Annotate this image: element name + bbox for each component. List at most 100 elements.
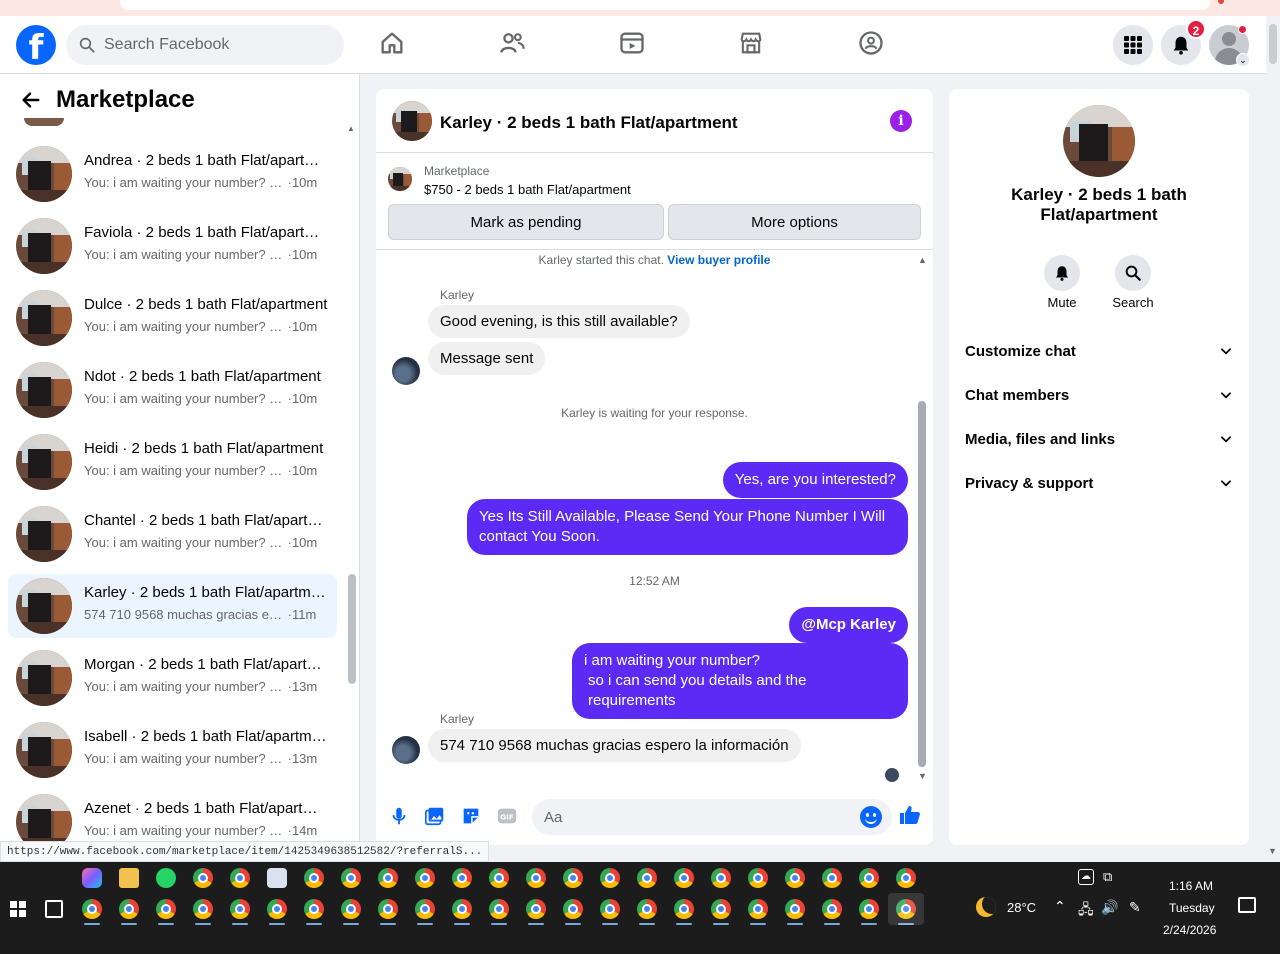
chrome-icon[interactable]: [600, 899, 620, 919]
conversation-avatar[interactable]: [16, 722, 72, 778]
chrome-icon[interactable]: [230, 899, 250, 919]
chrome-icon[interactable]: [341, 868, 361, 888]
chrome-icon[interactable]: [489, 868, 509, 888]
conversation-item[interactable]: Isabell · 2 beds 1 bath Flat/apartment Yo…: [8, 718, 337, 782]
conversation-avatar[interactable]: [16, 146, 72, 202]
chrome-icon[interactable]: [378, 899, 398, 919]
microphone-icon[interactable]: [388, 805, 410, 827]
search-in-chat-button[interactable]: [1115, 255, 1151, 291]
info-icon[interactable]: i: [890, 110, 912, 132]
whatsapp-icon[interactable]: [156, 868, 176, 888]
onedrive-icon[interactable]: ☁: [1078, 869, 1094, 885]
listing-thumbnail[interactable]: [388, 167, 412, 191]
chrome-icon[interactable]: [859, 899, 879, 919]
network-icon[interactable]: 🖧: [1078, 899, 1094, 923]
chrome-icon[interactable]: [267, 899, 287, 919]
meet-icon[interactable]: ⧉: [1103, 869, 1112, 885]
view-buyer-profile-link[interactable]: View buyer profile: [667, 253, 770, 267]
chrome-icon[interactable]: [674, 868, 694, 888]
chat-scrollbar[interactable]: [918, 401, 926, 767]
emoji-icon[interactable]: [860, 806, 882, 828]
sticker-icon[interactable]: [460, 805, 482, 827]
conversation-avatar[interactable]: [16, 290, 72, 346]
details-section-toggle[interactable]: Chat members: [965, 383, 1233, 407]
sender-avatar[interactable]: [392, 357, 420, 385]
app-icon[interactable]: [267, 868, 287, 888]
incoming-message[interactable]: Message sent: [428, 342, 546, 375]
conversation-avatar[interactable]: [16, 506, 72, 562]
search-input[interactable]: [104, 36, 334, 54]
chrome-icon[interactable]: [748, 868, 768, 888]
chevron-up-icon[interactable]: ⌃: [1054, 898, 1066, 915]
temperature[interactable]: 28°C: [1007, 900, 1036, 915]
conversation-item[interactable]: Ndot · 2 beds 1 bath Flat/apartment You: …: [8, 358, 337, 422]
conversation-avatar[interactable]: [16, 362, 72, 418]
gif-icon[interactable]: GIF: [496, 805, 518, 827]
home-icon[interactable]: [378, 29, 408, 59]
chrome-icon[interactable]: [637, 868, 657, 888]
conversation-item[interactable]: Karley · 2 beds 1 bath Flat/apartment 574…: [8, 574, 337, 638]
incoming-message[interactable]: 574 710 9568 muchas gracias espero la in…: [428, 729, 801, 762]
scroll-up-arrow-icon[interactable]: ▲: [347, 124, 355, 133]
volume-icon[interactable]: 🔊: [1101, 899, 1118, 916]
friends-icon[interactable]: [498, 29, 528, 59]
mute-button[interactable]: [1044, 255, 1080, 291]
chrome-icon[interactable]: [230, 868, 250, 888]
marketplace-icon[interactable]: [737, 29, 767, 59]
clock-day[interactable]: Tuesday: [1169, 901, 1215, 915]
chat-avatar[interactable]: [392, 101, 432, 141]
chrome-icon[interactable]: [859, 868, 879, 888]
conversation-item[interactable]: Faviola · 2 beds 1 bath Flat/apartment Yo…: [8, 214, 337, 278]
chrome-icon[interactable]: [415, 899, 435, 919]
chrome-icon[interactable]: [119, 899, 139, 919]
chrome-icon[interactable]: [785, 868, 805, 888]
chrome-icon[interactable]: [637, 899, 657, 919]
chrome-icon[interactable]: [452, 868, 472, 888]
search-box[interactable]: [66, 25, 344, 65]
conversation-avatar[interactable]: [16, 218, 72, 274]
clock-time[interactable]: 1:16 AM: [1169, 879, 1213, 893]
chrome-icon[interactable]: [156, 899, 176, 919]
chrome-icon[interactable]: [785, 899, 805, 919]
details-section-toggle[interactable]: Media, files and links: [965, 427, 1233, 451]
chrome-icon[interactable]: [822, 899, 842, 919]
chrome-icon[interactable]: [304, 899, 324, 919]
chrome-icon[interactable]: [748, 899, 768, 919]
windows-start-icon[interactable]: [10, 901, 26, 917]
chrome-icon[interactable]: [341, 899, 361, 919]
listing-price[interactable]: $750 - 2 beds 1 bath Flat/apartment: [424, 182, 631, 197]
chrome-icon[interactable]: [82, 899, 102, 919]
outgoing-message[interactable]: Yes, are you interested?: [722, 462, 908, 498]
details-section-toggle[interactable]: Customize chat: [965, 339, 1233, 363]
chrome-icon[interactable]: [193, 899, 213, 919]
conversation-item[interactable]: Chantel · 2 beds 1 bath Flat/apartment Yo…: [8, 502, 337, 566]
message-input[interactable]: [532, 799, 892, 835]
chrome-icon[interactable]: [711, 868, 731, 888]
sender-avatar[interactable]: [392, 736, 420, 764]
chevron-down-icon[interactable]: ⌄: [1236, 53, 1250, 67]
outgoing-message[interactable]: Yes Its Still Available, Please Send You…: [467, 499, 908, 555]
copilot-icon[interactable]: [82, 868, 102, 888]
menu-grid-button[interactable]: [1113, 25, 1153, 65]
conversation-avatar[interactable]: [16, 434, 72, 490]
chrome-icon[interactable]: [563, 868, 583, 888]
facebook-logo-icon[interactable]: f: [16, 25, 56, 65]
page-scrollbar[interactable]: ▼: [1266, 16, 1280, 862]
chrome-icon[interactable]: [489, 899, 509, 919]
details-avatar[interactable]: [1063, 105, 1135, 177]
scroll-down-arrow-icon[interactable]: ▼: [1268, 846, 1277, 856]
chrome-icon[interactable]: [896, 868, 916, 888]
chrome-icon[interactable]: [526, 868, 546, 888]
mark-as-pending-button[interactable]: Mark as pending: [388, 204, 664, 240]
chrome-icon[interactable]: [452, 899, 472, 919]
chat-title[interactable]: Karley · 2 beds 1 bath Flat/apartment: [440, 113, 738, 133]
conversation-item[interactable]: Andrea · 2 beds 1 bath Flat/apartment You…: [8, 142, 337, 206]
back-arrow-icon[interactable]: [20, 89, 42, 111]
outgoing-message[interactable]: i am waiting your number? so i can send …: [572, 643, 908, 719]
video-icon[interactable]: [618, 29, 648, 59]
photo-icon[interactable]: [424, 805, 446, 827]
scroll-down-arrow-icon[interactable]: ▼: [918, 771, 927, 781]
sidebar-scrollbar[interactable]: [348, 574, 356, 684]
chrome-icon[interactable]: [378, 868, 398, 888]
conversation-avatar[interactable]: [16, 578, 72, 634]
